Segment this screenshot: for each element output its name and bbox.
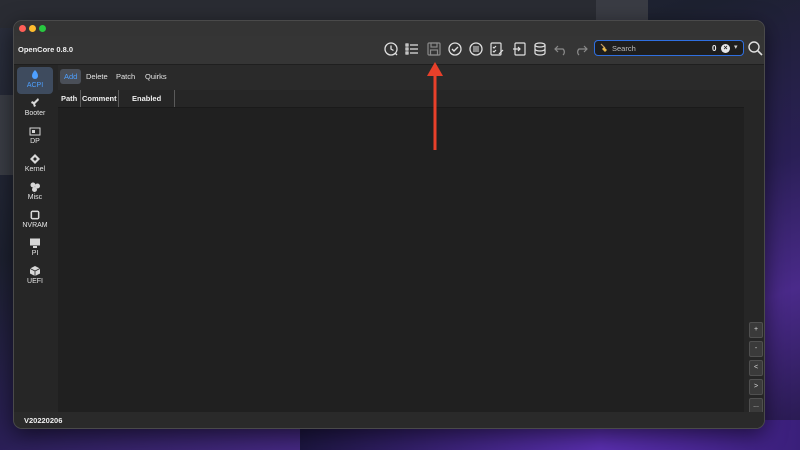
platforminfo-icon [30,238,40,248]
import-icon[interactable] [511,41,527,57]
clear-search-button[interactable]: × [721,44,730,53]
sidebar-item-pi[interactable]: PI [17,235,53,262]
tab-delete[interactable]: Delete [82,69,112,84]
table-header: Path Comment Enabled [58,90,744,108]
search-result-count: 0 [712,44,717,53]
remove-row-button[interactable]: - [749,341,763,357]
sidebar-item-label: PI [31,250,39,257]
sidebar-item-acpi[interactable]: ACPI [17,67,53,94]
sidebar-item-uefi[interactable]: UEFI [17,263,53,290]
sidebar-item-label: Misc [27,194,43,201]
booter-icon [31,98,39,107]
version-label: V20220206 [24,416,63,425]
kernel-icon [30,154,40,164]
sidebar-item-misc[interactable]: Misc [17,179,53,206]
column-divider[interactable] [174,90,175,107]
sidebar-item-label: UEFI [27,278,43,285]
close-window-button[interactable] [19,25,26,32]
toolbar: OpenCore 0.8.0 Search 0 × ▾ [14,36,764,65]
checkmark-icon[interactable] [447,41,463,57]
column-header-path[interactable]: Path [61,94,77,103]
acpi-icon [32,70,38,79]
sidebar-item-booter[interactable]: Booter [17,95,53,122]
clear-filter-icon[interactable] [599,43,609,53]
tab-add[interactable]: Add [60,69,82,84]
tab-patch[interactable]: Patch [112,69,139,84]
save-icon[interactable] [426,41,442,57]
sidebar-item-label: ACPI [26,82,44,89]
app-window: OpenCore 0.8.0 Search 0 × ▾ ACPI Booter … [13,20,765,429]
add-row-button[interactable]: + [749,322,763,338]
sidebar-item-label: DP [30,138,40,145]
move-left-button[interactable]: < [749,360,763,376]
misc-icon [30,182,40,192]
database-icon[interactable] [532,41,548,57]
device-properties-icon [29,127,41,136]
tab-bar: Add Delete Patch Quirks [58,65,764,90]
column-header-comment[interactable]: Comment [82,94,117,103]
move-right-button[interactable]: > [749,379,763,395]
app-title: OpenCore 0.8.0 [18,45,74,54]
column-header-enabled[interactable]: Enabled [132,94,161,103]
undo-icon[interactable] [553,41,569,57]
checklist-edit-icon[interactable] [489,41,505,57]
tab-quirks[interactable]: Quirks [141,69,171,84]
nvram-icon [30,210,40,220]
sidebar: ACPI Booter DP Kernel Misc NVRAM PI UEFI [14,65,56,409]
desktop-background-window [0,95,14,175]
uefi-icon [29,266,41,276]
history-icon[interactable] [383,41,399,57]
minimize-window-button[interactable] [29,25,36,32]
list-circle-icon[interactable] [468,41,484,57]
search-options-dropdown[interactable]: ▾ [734,43,738,51]
search-field[interactable]: Search 0 × ▾ [594,40,744,56]
column-divider[interactable] [118,90,119,107]
sidebar-item-nvram[interactable]: NVRAM [17,207,53,234]
redo-icon[interactable] [573,41,589,57]
zoom-window-button[interactable] [39,25,46,32]
column-divider[interactable] [80,90,81,107]
status-bar: V20220206 [14,412,764,428]
search-icon[interactable] [747,40,763,56]
sidebar-item-label: Booter [24,110,46,117]
sidebar-item-label: NVRAM [22,222,48,229]
table-body[interactable] [58,108,744,412]
list-icon[interactable] [404,41,420,57]
sidebar-item-dp[interactable]: DP [17,123,53,150]
annotation-arrow-icon [427,62,443,150]
sidebar-item-kernel[interactable]: Kernel [17,151,53,178]
search-input[interactable]: Search [612,44,636,53]
sidebar-item-label: Kernel [24,166,46,173]
title-bar[interactable] [14,21,764,36]
